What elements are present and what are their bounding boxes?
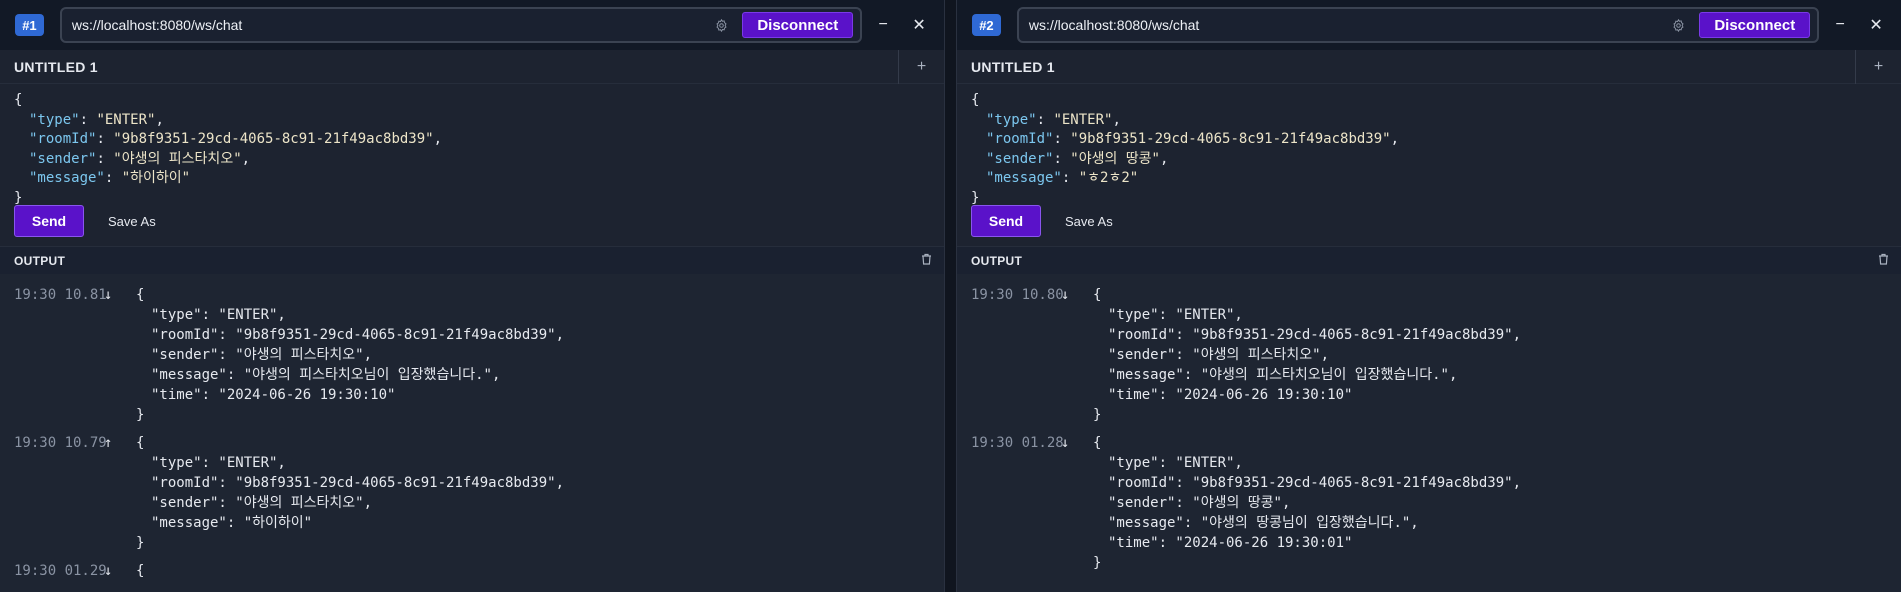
connection-panel-1: #1 ws://localhost:8080/ws/chat Disconnec… [0, 0, 944, 592]
minimize-button[interactable]: − [1825, 10, 1855, 40]
editor-line: "sender": "야생의 피스타치오", [29, 150, 251, 167]
message-tab-bar: UNTITLED 1 + [957, 50, 1901, 84]
message-editor[interactable]: { "type": "ENTER", "roomId": "9b8f9351-2… [957, 84, 1901, 206]
entry-body: { "type": "ENTER", "roomId": "9b8f9351-2… [1093, 287, 1522, 423]
tab-untitled-1[interactable]: UNTITLED 1 [957, 59, 1055, 75]
url-input[interactable]: ws://localhost:8080/ws/chat [1029, 17, 1669, 33]
entry-timestamp: 19:30 10.80 [971, 287, 1064, 303]
connection-panel-2: #2 ws://localhost:8080/ws/chat Disconnec… [957, 0, 1901, 592]
entry-body: { "type": "ENTER", "roomId": "9b8f9351-2… [1093, 435, 1522, 571]
output-entry: 19:30 10.80 ↓ { "type": "ENTER", "roomId… [957, 285, 1901, 425]
disconnect-button[interactable]: Disconnect [742, 12, 854, 38]
connection-badge: #2 [972, 14, 1001, 36]
editor-line: "type": "ENTER", [986, 111, 1121, 128]
output-title: OUTPUT [971, 253, 1023, 268]
close-button[interactable]: ✕ [904, 10, 934, 40]
output-header: OUTPUT [957, 246, 1901, 274]
send-button[interactable]: Send [971, 205, 1041, 237]
message-tab-bar: UNTITLED 1 + [0, 50, 944, 84]
entry-timestamp: 19:30 01.29 [14, 563, 107, 579]
settings-gear-icon[interactable] [712, 16, 730, 34]
editor-line: "roomId": "9b8f9351-29cd-4065-8c91-21f49… [29, 131, 443, 147]
output-log[interactable]: 19:30 10.80 ↓ { "type": "ENTER", "roomId… [957, 274, 1901, 592]
outgoing-arrow-icon: ↑ [104, 435, 113, 451]
output-header: OUTPUT [0, 246, 944, 274]
output-entry: 19:30 10.81 ↓ { "type": "ENTER", "roomId… [0, 285, 944, 425]
incoming-arrow-icon: ↓ [1061, 287, 1070, 303]
add-tab-button[interactable]: + [898, 50, 944, 84]
add-tab-button[interactable]: + [1855, 50, 1901, 84]
entry-body: { "type": "ENTER", "roomId": "9b8f9351-2… [136, 287, 565, 423]
editor-actions: Send Save As [957, 196, 1901, 246]
panel-divider[interactable] [944, 0, 957, 592]
output-entry: 19:30 10.79 ↑ { "type": "ENTER", "roomId… [0, 433, 944, 553]
close-button[interactable]: ✕ [1861, 10, 1891, 40]
editor-line: "message": "ㅎ2ㅎ2" [986, 170, 1139, 186]
trash-icon[interactable] [921, 252, 932, 270]
connection-badge: #1 [15, 14, 44, 36]
entry-timestamp: 19:30 10.81 [14, 287, 107, 303]
connection-bar: #1 ws://localhost:8080/ws/chat Disconnec… [0, 0, 944, 50]
output-title: OUTPUT [14, 253, 66, 268]
minimize-button[interactable]: − [868, 10, 898, 40]
editor-line: "message": "하이하이" [29, 170, 191, 186]
entry-body: { "type": "ENTER", "roomId": "9b8f9351-2… [136, 435, 565, 551]
entry-timestamp: 19:30 01.28 [971, 435, 1064, 451]
incoming-arrow-icon: ↓ [1061, 435, 1070, 451]
save-as-button[interactable]: Save As [108, 214, 156, 229]
save-as-button[interactable]: Save As [1065, 214, 1113, 229]
editor-line: "roomId": "9b8f9351-29cd-4065-8c91-21f49… [986, 131, 1400, 147]
editor-actions: Send Save As [0, 196, 944, 246]
output-entry: 19:30 01.29 ↓ { [0, 561, 944, 581]
incoming-arrow-icon: ↓ [104, 563, 113, 579]
incoming-arrow-icon: ↓ [104, 287, 113, 303]
editor-line: "sender": "야생의 땅콩", [986, 150, 1169, 167]
url-field[interactable]: ws://localhost:8080/ws/chat Disconnect [1016, 7, 1820, 43]
settings-gear-icon[interactable] [1669, 16, 1687, 34]
output-entry: 19:30 01.28 ↓ { "type": "ENTER", "roomId… [957, 433, 1901, 573]
message-editor[interactable]: { "type": "ENTER", "roomId": "9b8f9351-2… [0, 84, 944, 206]
editor-open-brace: { [14, 92, 23, 108]
url-field[interactable]: ws://localhost:8080/ws/chat Disconnect [59, 7, 863, 43]
send-button[interactable]: Send [14, 205, 84, 237]
disconnect-button[interactable]: Disconnect [1699, 12, 1811, 38]
entry-timestamp: 19:30 10.79 [14, 435, 107, 451]
trash-icon[interactable] [1878, 252, 1889, 270]
entry-body: { [136, 563, 145, 579]
tab-untitled-1[interactable]: UNTITLED 1 [0, 59, 98, 75]
connection-bar: #2 ws://localhost:8080/ws/chat Disconnec… [957, 0, 1901, 50]
url-input[interactable]: ws://localhost:8080/ws/chat [72, 17, 712, 33]
output-log[interactable]: 19:30 10.81 ↓ { "type": "ENTER", "roomId… [0, 274, 944, 592]
editor-open-brace: { [971, 92, 980, 108]
editor-line: "type": "ENTER", [29, 111, 164, 128]
